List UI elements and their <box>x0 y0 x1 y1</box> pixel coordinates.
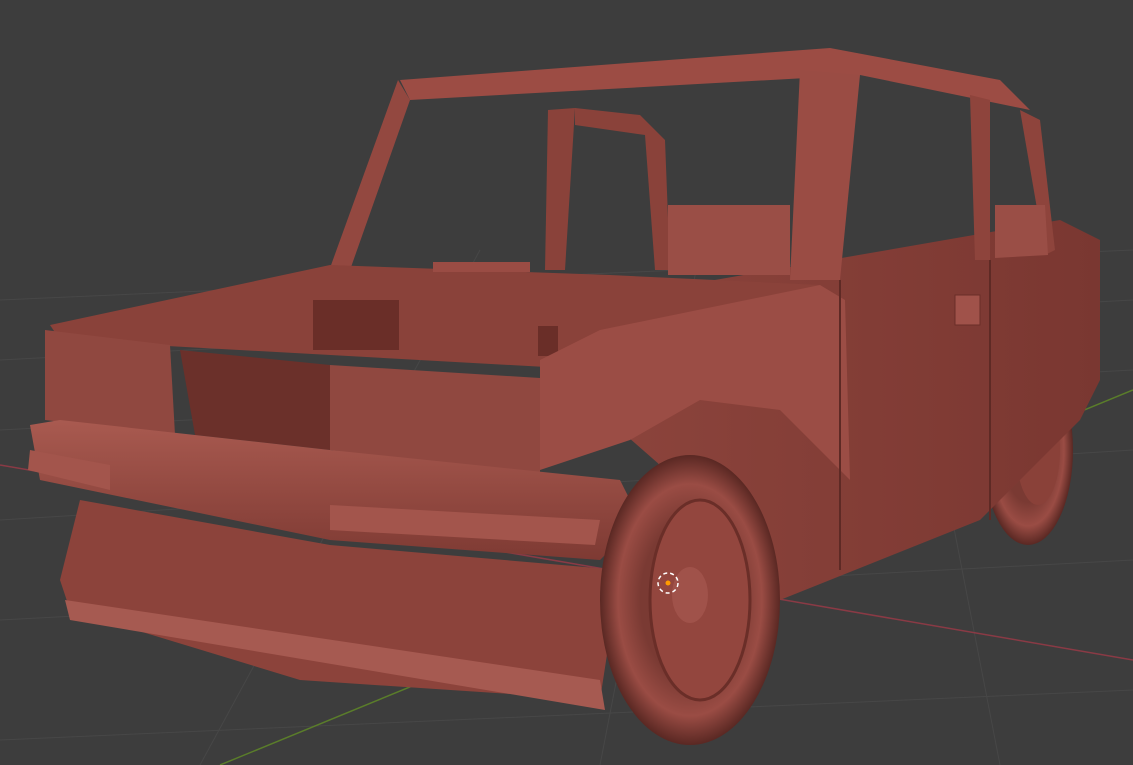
roof <box>400 48 1030 110</box>
3d-viewport[interactable] <box>0 0 1133 765</box>
viewport-canvas[interactable] <box>0 0 1133 765</box>
object-origin-icon <box>665 580 671 586</box>
battery <box>313 300 399 350</box>
door-handle <box>954 294 981 326</box>
headlight-left <box>45 330 175 435</box>
roof-frame <box>330 80 410 270</box>
car-model[interactable] <box>28 48 1100 745</box>
